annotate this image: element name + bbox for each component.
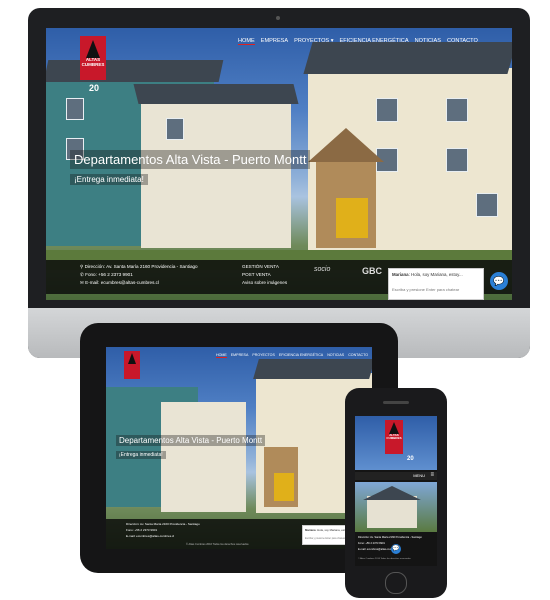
footer-sales[interactable]: GESTIÓN VENTA bbox=[242, 264, 279, 269]
house-roof bbox=[363, 486, 421, 500]
footer-address: Dirección: Av. Santa María 2160 Providen… bbox=[126, 522, 200, 526]
chevron-down-icon: ▾ bbox=[330, 38, 334, 44]
chat-input[interactable]: Escriba y presione Enter para chatear bbox=[305, 537, 345, 540]
chat-message: Mariana: Hola, soy Mariana, estoy... bbox=[305, 528, 350, 532]
anniversary-badge: 20 bbox=[407, 456, 414, 462]
chat-icon[interactable]: 💬 bbox=[490, 272, 508, 290]
roof-right bbox=[303, 42, 512, 74]
nav-item-contacto[interactable]: CONTACTO bbox=[447, 38, 478, 45]
footer-copyright: © Altas Cumbres 2016 Todos los derechos … bbox=[186, 543, 249, 546]
nav-item-home[interactable]: HOME bbox=[216, 353, 227, 358]
footer-phone: Fono: +56 2 2373 9901 bbox=[126, 528, 158, 532]
location-pin-icon: ⚲ bbox=[80, 264, 84, 269]
footer-address: ⚲ Dirección: Av. Santa María 2160 Provid… bbox=[80, 264, 198, 270]
hero-title: Departamentos Alta Vista - Puerto Montt bbox=[70, 150, 311, 169]
chat-agent-name: Mariana bbox=[392, 272, 409, 277]
hero-subtitle: ¡Entrega inmediata! bbox=[70, 174, 148, 185]
footer-phone: ✆ Fono: +56 2 2373 9901 bbox=[80, 272, 133, 278]
desktop-screen: ALTAS CUMBRES 20 HOME EMPRESA PROYECTOS … bbox=[46, 28, 512, 300]
main-nav: HOME EMPRESA PROYECTOS EFICIENCIA ENERGÉ… bbox=[216, 353, 368, 358]
footer-phone: Fono: +56 2 2373 9901 bbox=[358, 542, 385, 545]
partner-logo-socio: socio bbox=[314, 266, 331, 273]
chat-icon[interactable]: 💬 bbox=[391, 544, 401, 554]
desktop-monitor: ALTAS CUMBRES 20 HOME EMPRESA PROYECTOS … bbox=[28, 8, 530, 358]
anniversary-number: 20 bbox=[88, 83, 99, 93]
roof-left bbox=[46, 60, 224, 82]
roof-middle bbox=[133, 84, 299, 104]
hero-title: Departamentos Alta Vista - Puerto Montt bbox=[116, 435, 266, 446]
chat-agent-name: Mariana bbox=[305, 528, 316, 532]
brand-logo[interactable]: ALTAS CUMBRES bbox=[80, 36, 106, 80]
hamburger-icon: ≡ bbox=[430, 472, 434, 478]
footer-notice[interactable]: Aviso sobre imágenes bbox=[242, 280, 287, 285]
window bbox=[446, 148, 468, 172]
playground-panel bbox=[274, 473, 294, 501]
footer-email[interactable]: ✉ E-mail: ecumbres@altas-cumbres.cl bbox=[80, 280, 159, 286]
building-middle bbox=[141, 98, 291, 248]
nav-item-noticias[interactable]: NOTICIAS bbox=[327, 353, 344, 358]
main-nav: HOME EMPRESA PROYECTOS ▾ EFICIENCIA ENER… bbox=[238, 38, 478, 45]
house-image bbox=[367, 496, 417, 528]
window bbox=[166, 118, 184, 140]
brand-logo[interactable] bbox=[124, 351, 140, 379]
mountain-icon bbox=[86, 40, 100, 58]
chat-widget[interactable]: Mariana: Hola, soy Mariana, estoy... Esc… bbox=[388, 268, 484, 300]
chat-message-text: : Hola, soy Mariana, estoy... bbox=[408, 272, 463, 277]
phone-device: ALTAS CUMBRES 20 MENU ≡ Dirección: Av. S… bbox=[345, 388, 447, 598]
nav-item-contacto[interactable]: CONTACTO bbox=[348, 353, 368, 358]
brand-name-line2: CUMBRES bbox=[386, 436, 402, 441]
footer-address-text: Dirección: Av. Santa María 2160 Providen… bbox=[84, 264, 198, 269]
nav-item-empresa[interactable]: EMPRESA bbox=[231, 353, 249, 358]
footer-email[interactable]: E-mail: ecumbres@altas-cumbres.cl bbox=[126, 534, 174, 538]
building-middle bbox=[161, 402, 246, 512]
hero-subtitle: ¡Entrega inmediata! bbox=[116, 451, 166, 459]
playground-panel bbox=[336, 198, 368, 238]
mountain-icon bbox=[128, 353, 136, 364]
nav-item-proyectos-label: PROYECTOS bbox=[294, 38, 330, 44]
phone-icon: ✆ bbox=[80, 272, 84, 277]
anniversary-number: 20 bbox=[407, 456, 414, 462]
partner-logo-gbc: GBC bbox=[362, 266, 382, 276]
roof-right bbox=[253, 359, 372, 379]
phone-hero bbox=[355, 482, 437, 532]
nav-item-empresa[interactable]: EMPRESA bbox=[261, 38, 288, 45]
footer-postsales[interactable]: POST VENTA bbox=[242, 272, 271, 277]
footer-phone-text: Fono: +56 2 2373 9901 bbox=[85, 272, 133, 277]
window bbox=[476, 193, 498, 217]
tablet-screen: HOME EMPRESA PROYECTOS EFICIENCIA ENERGÉ… bbox=[106, 347, 372, 549]
phone-screen: ALTAS CUMBRES 20 MENU ≡ Dirección: Av. S… bbox=[355, 416, 437, 566]
nav-item-eficiencia[interactable]: EFICIENCIA ENERGÉTICA bbox=[340, 38, 409, 45]
chat-message: Mariana: Hola, soy Mariana, estoy... bbox=[392, 272, 463, 277]
footer-email-text: E-mail: ecumbres@altas-cumbres.cl bbox=[85, 280, 159, 285]
window bbox=[376, 98, 398, 122]
speaker-grille bbox=[383, 401, 409, 404]
anniversary-badge: 20 bbox=[84, 83, 104, 93]
brand-logo[interactable]: ALTAS CUMBRES bbox=[385, 420, 403, 454]
nav-item-noticias[interactable]: NOTICIAS bbox=[415, 38, 441, 45]
window bbox=[66, 98, 84, 120]
mail-icon: ✉ bbox=[80, 280, 84, 285]
home-button-icon[interactable] bbox=[385, 572, 407, 594]
footer-address: Dirección: Av. Santa María 2160 Providen… bbox=[358, 536, 422, 539]
mobile-menu-label: MENU bbox=[413, 473, 425, 478]
nav-item-proyectos[interactable]: PROYECTOS ▾ bbox=[294, 38, 333, 45]
window bbox=[446, 98, 468, 122]
footer-copyright: © Altas Cumbres 2016 Todos los derechos … bbox=[358, 558, 411, 560]
nav-item-eficiencia[interactable]: EFICIENCIA ENERGÉTICA bbox=[279, 353, 323, 358]
camera-icon bbox=[276, 16, 280, 20]
mobile-menu-bar[interactable]: MENU ≡ bbox=[355, 472, 437, 480]
chat-input[interactable]: Escriba y presione Enter para chatear bbox=[392, 287, 459, 292]
brand-name-line2: CUMBRES bbox=[81, 61, 105, 67]
nav-item-home[interactable]: HOME bbox=[238, 38, 255, 45]
nav-item-proyectos[interactable]: PROYECTOS bbox=[252, 353, 275, 358]
